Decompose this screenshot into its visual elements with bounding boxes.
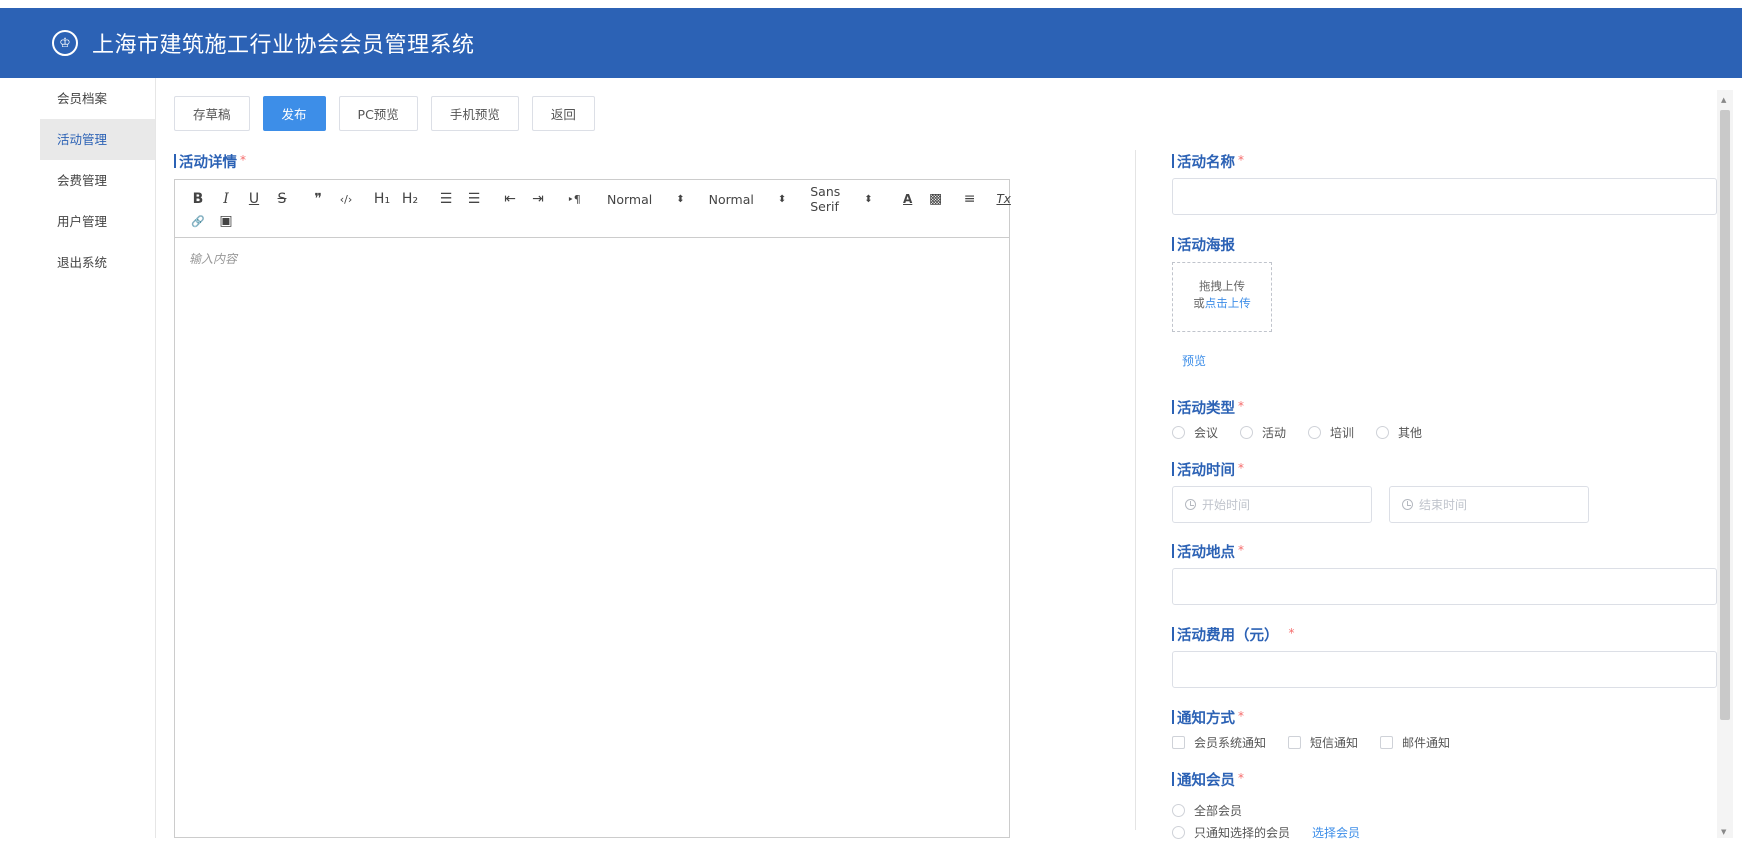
sidebar-item-member-files[interactable]: 会员档案 (40, 78, 155, 119)
app-header: ♔ 上海市建筑施工行业协会会员管理系统 (0, 8, 1742, 78)
align-icon[interactable]: ≡ (959, 189, 981, 209)
activity-time-label: 活动时间 * (1172, 459, 1244, 480)
pc-preview-button[interactable]: PC预览 (338, 96, 418, 131)
notify-method-checkbox-group: 会员系统通知 短信通知 邮件通知 (1172, 734, 1450, 751)
editor-content-area[interactable]: 输入内容 (175, 238, 1009, 279)
radio-icon (1376, 426, 1390, 439)
scroll-down-arrow-icon[interactable]: ▼ (1721, 828, 1726, 836)
activity-fee-input[interactable] (1172, 651, 1717, 688)
radio-icon (1240, 426, 1254, 439)
notify-selected-members-row: 只通知选择的会员 选择会员 (1172, 824, 1360, 841)
link-icon[interactable]: 🔗 (187, 211, 209, 231)
notify-sms-checkbox[interactable]: 短信通知 (1288, 734, 1358, 751)
sidebar-item-activity-management[interactable]: 活动管理 (40, 119, 155, 160)
page-scrollbar[interactable]: ▲ ▼ (1717, 90, 1733, 838)
save-draft-button[interactable]: 存草稿 (174, 96, 250, 131)
upload-drag-text: 拖拽上传 (1199, 279, 1245, 293)
radio-icon (1172, 804, 1185, 817)
bold-button[interactable]: B (187, 189, 209, 209)
h2-button[interactable]: H₂ (399, 189, 421, 209)
notify-system-checkbox[interactable]: 会员系统通知 (1172, 734, 1266, 751)
underline-button[interactable]: U (243, 189, 265, 209)
activity-name-label: 活动名称 * (1172, 151, 1244, 172)
checkbox-icon (1172, 736, 1185, 749)
text-color-icon[interactable]: A (897, 189, 919, 209)
indent-icon[interactable]: ⇥ (527, 189, 549, 209)
start-time-input[interactable]: 开始时间 (1172, 486, 1372, 523)
rich-text-editor: B I U S ❞ ‹/› H₁ H₂ ☰ ☰ ⇤ ⇥ ‣¶ Normal ⬍ N… (174, 179, 1011, 838)
activity-type-label: 活动类型 * (1172, 397, 1244, 418)
checkbox-icon (1380, 736, 1394, 749)
text-direction-icon[interactable]: ‣¶ (563, 189, 585, 209)
radio-icon (1172, 826, 1185, 839)
picker-arrow-icon: ⬍ (777, 193, 787, 205)
picker-arrow-icon: ⬍ (864, 193, 873, 205)
checkbox-icon (1288, 736, 1302, 749)
size-picker[interactable]: Normal ⬍ (607, 192, 685, 207)
scroll-up-arrow-icon[interactable]: ▲ (1721, 96, 1726, 104)
activity-name-input[interactable] (1172, 178, 1717, 215)
end-time-input[interactable]: 结束时间 (1389, 486, 1589, 523)
notify-email-checkbox[interactable]: 邮件通知 (1380, 734, 1450, 751)
sidebar: 会员档案 活动管理 会费管理 用户管理 退出系统 (40, 78, 156, 838)
sidebar-item-logout[interactable]: 退出系统 (40, 242, 155, 283)
ordered-list-icon[interactable]: ☰ (435, 189, 457, 209)
radio-icon (1172, 426, 1185, 439)
column-divider (1135, 150, 1136, 830)
header-picker[interactable]: Normal ⬍ (709, 192, 787, 207)
action-bar: 存草稿 发布 PC预览 手机预览 返回 (174, 96, 595, 131)
mobile-preview-button[interactable]: 手机预览 (430, 96, 519, 131)
type-radio-training[interactable]: 培训 (1308, 424, 1354, 441)
select-members-link[interactable]: 选择会员 (1312, 824, 1360, 841)
bullet-list-icon[interactable]: ☰ (463, 189, 485, 209)
sidebar-item-fee-management[interactable]: 会费管理 (40, 160, 155, 201)
clock-icon (1185, 499, 1196, 510)
app-title: 上海市建筑施工行业协会会员管理系统 (92, 33, 475, 58)
poster-upload-area[interactable]: 拖拽上传 或点击上传 (1172, 262, 1272, 332)
code-icon[interactable]: ‹/› (335, 189, 357, 209)
type-radio-other[interactable]: 其他 (1376, 424, 1422, 441)
activity-location-input[interactable] (1172, 568, 1717, 605)
scrollbar-thumb[interactable] (1720, 110, 1730, 720)
background-color-icon[interactable]: ▩ (925, 189, 947, 209)
outdent-icon[interactable]: ⇤ (499, 189, 521, 209)
activity-fee-label: 活动费用（元） * (1172, 624, 1295, 645)
font-picker[interactable]: Sans Serif ⬍ (810, 184, 872, 214)
activity-type-radio-group: 会议 活动 培训 其他 (1172, 424, 1422, 441)
sidebar-item-user-management[interactable]: 用户管理 (40, 201, 155, 242)
notify-method-label: 通知方式 * (1172, 707, 1244, 728)
activity-detail-title: 活动详情 * (174, 151, 246, 172)
blockquote-icon[interactable]: ❞ (307, 189, 329, 209)
publish-button[interactable]: 发布 (262, 96, 326, 131)
image-icon[interactable]: ▣ (215, 211, 237, 231)
clear-format-icon[interactable]: Tx (993, 189, 1015, 209)
notify-selected-members-radio[interactable]: 只通知选择的会员 (1172, 824, 1290, 841)
editor-toolbar: B I U S ❞ ‹/› H₁ H₂ ☰ ☰ ⇤ ⇥ ‣¶ Normal ⬍ N… (175, 180, 1011, 238)
picker-arrow-icon: ⬍ (676, 193, 685, 205)
clock-icon (1402, 499, 1413, 510)
back-button[interactable]: 返回 (531, 96, 595, 131)
h1-button[interactable]: H₁ (371, 189, 393, 209)
poster-preview-link[interactable]: 预览 (1182, 352, 1206, 369)
click-upload-link[interactable]: 点击上传 (1205, 296, 1251, 310)
activity-poster-label: 活动海报 (1172, 234, 1235, 255)
strike-button[interactable]: S (271, 189, 293, 209)
association-logo-icon: ♔ (52, 30, 78, 56)
radio-icon (1308, 426, 1322, 439)
activity-location-label: 活动地点 * (1172, 541, 1244, 562)
italic-button[interactable]: I (215, 189, 237, 209)
type-radio-activity[interactable]: 活动 (1240, 424, 1286, 441)
notify-members-label: 通知会员 * (1172, 769, 1244, 790)
type-radio-meeting[interactable]: 会议 (1172, 424, 1218, 441)
notify-all-members-radio[interactable]: 全部会员 (1172, 802, 1242, 819)
